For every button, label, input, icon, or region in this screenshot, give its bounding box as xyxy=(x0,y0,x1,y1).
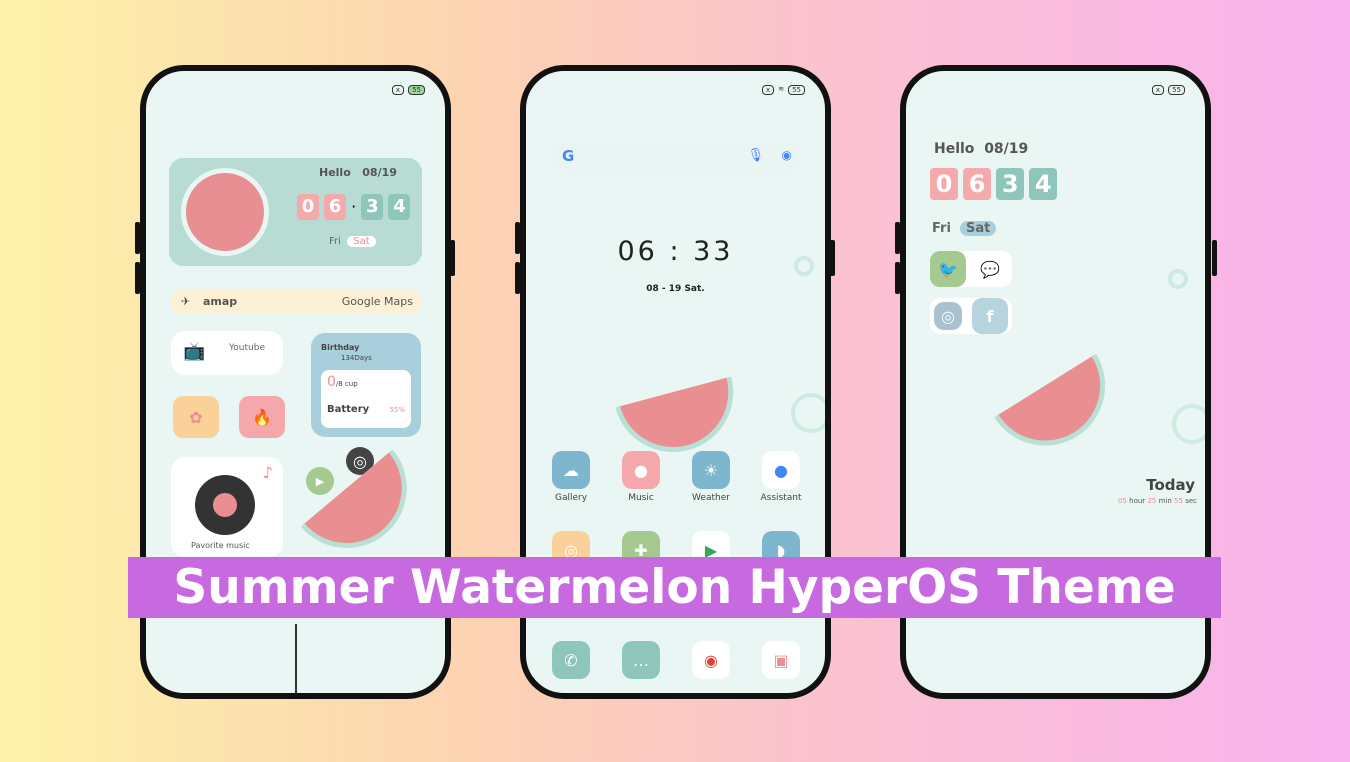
flower-app-icon[interactable]: ✿ xyxy=(173,396,219,438)
cups-count: 0 xyxy=(327,374,336,390)
music-note-icon: ♪ xyxy=(262,463,273,482)
hello-text: Hello xyxy=(319,166,351,179)
date-text: 08/19 xyxy=(984,141,1029,157)
google-icon: G xyxy=(562,147,575,165)
phone-icon[interactable]: ✆ xyxy=(552,641,590,679)
bubble xyxy=(794,256,814,276)
flip-clock: 0 6 3 4 xyxy=(930,168,1058,200)
birthday-title: Birthday xyxy=(321,343,360,352)
power-button xyxy=(1212,240,1217,276)
google-maps-label: Google Maps xyxy=(341,295,413,308)
vinyl-record-icon xyxy=(195,475,255,535)
messages-icon[interactable]: … xyxy=(622,641,660,679)
social-widget-bottom: ◎ f xyxy=(930,298,1012,334)
lens-icon[interactable]: ◉ xyxy=(782,148,792,162)
flip-clock: 0 6 · 3 4 xyxy=(297,194,411,220)
app-label-weather: Weather xyxy=(692,493,730,503)
music-icon[interactable]: ● xyxy=(622,451,660,489)
day-sat: Sat xyxy=(959,221,997,236)
birthday-widget[interactable]: Birthday 134Days 0/8 cup Battery 55% xyxy=(311,333,421,437)
countdown: 05 hour 25 min 55 sec xyxy=(1118,497,1197,505)
bubble xyxy=(1172,404,1205,444)
day-fri: Fri xyxy=(932,221,951,236)
title-banner: Summer Watermelon HyperOS Theme xyxy=(128,557,1221,618)
status-bar: x ≋ 55 xyxy=(762,85,805,95)
youtube-widget[interactable]: 📺 Youtube xyxy=(171,331,283,375)
amap-label: amap xyxy=(203,295,238,308)
music-label: Pavorite music xyxy=(191,541,250,550)
youtube-label: Youtube xyxy=(229,343,265,353)
date-text: 08/19 xyxy=(362,166,397,179)
today-title: Today xyxy=(1146,476,1195,494)
assistant-icon[interactable]: ● xyxy=(762,451,800,489)
day-sat: Sat xyxy=(347,236,376,247)
maps-widget[interactable]: ✈ amap Google Maps xyxy=(171,290,421,314)
messenger-icon[interactable]: 💬 xyxy=(972,251,1008,287)
app-label-assistant: Assistant xyxy=(760,493,802,503)
cups-unit: /8 cup xyxy=(335,380,358,388)
google-search-bar[interactable]: G 🎙 ◉ xyxy=(552,141,802,173)
twitter-icon[interactable]: 🐦 xyxy=(930,251,966,287)
chrome-icon[interactable]: ◉ xyxy=(692,641,730,679)
mic-icon[interactable]: 🎙 xyxy=(747,148,764,163)
watermelon-wallpaper xyxy=(994,353,1128,469)
tv-icon: 📺 xyxy=(183,341,206,362)
hello-text: Hello xyxy=(934,141,975,157)
analog-clock-icon xyxy=(181,168,269,256)
plane-icon: ✈ xyxy=(181,295,191,308)
camera-icon[interactable]: ▣ xyxy=(762,641,800,679)
music-widget[interactable]: ♪ Pavorite music xyxy=(171,457,283,557)
instagram-icon[interactable]: ◎ xyxy=(934,302,962,330)
day-fri: Fri xyxy=(329,236,341,247)
birthday-days: 134Days xyxy=(341,354,372,362)
social-widget-top: 🐦 💬 xyxy=(930,251,1012,287)
time-display: 06 : 33 xyxy=(617,236,734,267)
divider xyxy=(295,624,297,693)
video-icon[interactable]: ▶ xyxy=(306,467,334,495)
bubble xyxy=(791,393,825,433)
app-label-music: Music xyxy=(628,493,654,503)
clock-widget[interactable]: Hello 08/19 0 6 · 3 4 Fri Sat xyxy=(169,158,422,266)
app-label-gallery: Gallery xyxy=(554,493,588,503)
weather-icon[interactable]: ☀ xyxy=(692,451,730,489)
date-display: 08 - 19 Sat. xyxy=(646,284,705,294)
battery-label: Battery xyxy=(327,404,370,415)
status-bar: x 55 xyxy=(391,85,425,95)
status-bar: x 55 xyxy=(1151,85,1185,95)
tinder-app-icon[interactable]: 🔥 xyxy=(239,396,285,438)
gallery-icon[interactable]: ☁ xyxy=(552,451,590,489)
facebook-icon[interactable]: f xyxy=(972,298,1008,334)
battery-value: 55% xyxy=(389,406,405,414)
bubble xyxy=(1168,269,1188,289)
